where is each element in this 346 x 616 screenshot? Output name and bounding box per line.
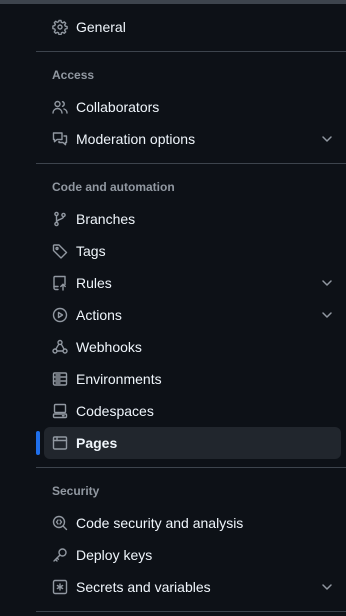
divider	[36, 163, 346, 164]
chevron-down-icon[interactable]	[319, 131, 335, 147]
sidebar-item-moderation-options[interactable]: Moderation options	[44, 123, 341, 155]
sidebar-item-label: Codespaces	[76, 403, 154, 419]
chevron-down-icon[interactable]	[319, 275, 335, 291]
sidebar-item-secrets-and-variables[interactable]: Secrets and variables	[44, 571, 341, 603]
sidebar-item-environments[interactable]: Environments	[44, 363, 341, 395]
sidebar-item-codespaces[interactable]: Codespaces	[44, 395, 341, 427]
sidebar-item-code-security[interactable]: Code security and analysis	[44, 507, 341, 539]
settings-sidebar: General Access Collaborators Moderation …	[36, 0, 346, 616]
sidebar-item-label: Rules	[76, 275, 112, 291]
divider	[36, 611, 346, 612]
sidebar-item-rules[interactable]: Rules	[44, 267, 341, 299]
gear-icon	[52, 19, 68, 35]
chevron-down-icon[interactable]	[319, 579, 335, 595]
sidebar-item-collaborators[interactable]: Collaborators	[44, 91, 341, 123]
sidebar-item-label: Webhooks	[76, 339, 142, 355]
chevron-down-icon[interactable]	[319, 307, 335, 323]
people-icon	[52, 99, 68, 115]
sidebar-item-label: Moderation options	[76, 131, 196, 147]
section-heading-access: Access	[52, 68, 95, 82]
sidebar-item-label: Code security and analysis	[76, 515, 244, 531]
codescan-icon	[52, 515, 68, 531]
sidebar-item-label: Actions	[76, 307, 122, 323]
sidebar-item-general[interactable]: General	[44, 11, 341, 43]
key-asterisk-icon	[52, 579, 68, 595]
browser-icon	[52, 435, 68, 451]
section-heading-security: Security	[52, 484, 100, 498]
sidebar-item-label: Branches	[76, 211, 136, 227]
sidebar-item-label: Pages	[76, 435, 118, 451]
sidebar-item-tags[interactable]: Tags	[44, 235, 341, 267]
play-icon	[52, 307, 68, 323]
sidebar-item-label: Tags	[76, 243, 106, 259]
sidebar-item-branches[interactable]: Branches	[44, 203, 341, 235]
tag-icon	[52, 243, 68, 259]
sidebar-item-label: Collaborators	[76, 99, 160, 115]
webhook-icon	[52, 339, 68, 355]
git-branch-icon	[52, 211, 68, 227]
sidebar-item-webhooks[interactable]: Webhooks	[44, 331, 341, 363]
sidebar-item-deploy-keys[interactable]: Deploy keys	[44, 539, 341, 571]
server-icon	[52, 371, 68, 387]
sidebar-item-label: Deploy keys	[76, 547, 153, 563]
sidebar-item-label: Secrets and variables	[76, 579, 211, 595]
section-heading-code-and-automation: Code and automation	[52, 180, 175, 194]
divider	[36, 51, 346, 52]
sidebar-item-label: General	[76, 19, 126, 35]
divider	[36, 467, 346, 468]
repo-push-icon	[52, 275, 68, 291]
sidebar-item-label: Environments	[76, 371, 162, 387]
codespaces-icon	[52, 403, 68, 419]
key-icon	[52, 547, 68, 563]
selected-indicator	[36, 431, 40, 455]
sidebar-item-pages[interactable]: Pages	[36, 427, 341, 459]
sidebar-item-actions[interactable]: Actions	[44, 299, 341, 331]
comment-discussion-icon	[52, 131, 68, 147]
